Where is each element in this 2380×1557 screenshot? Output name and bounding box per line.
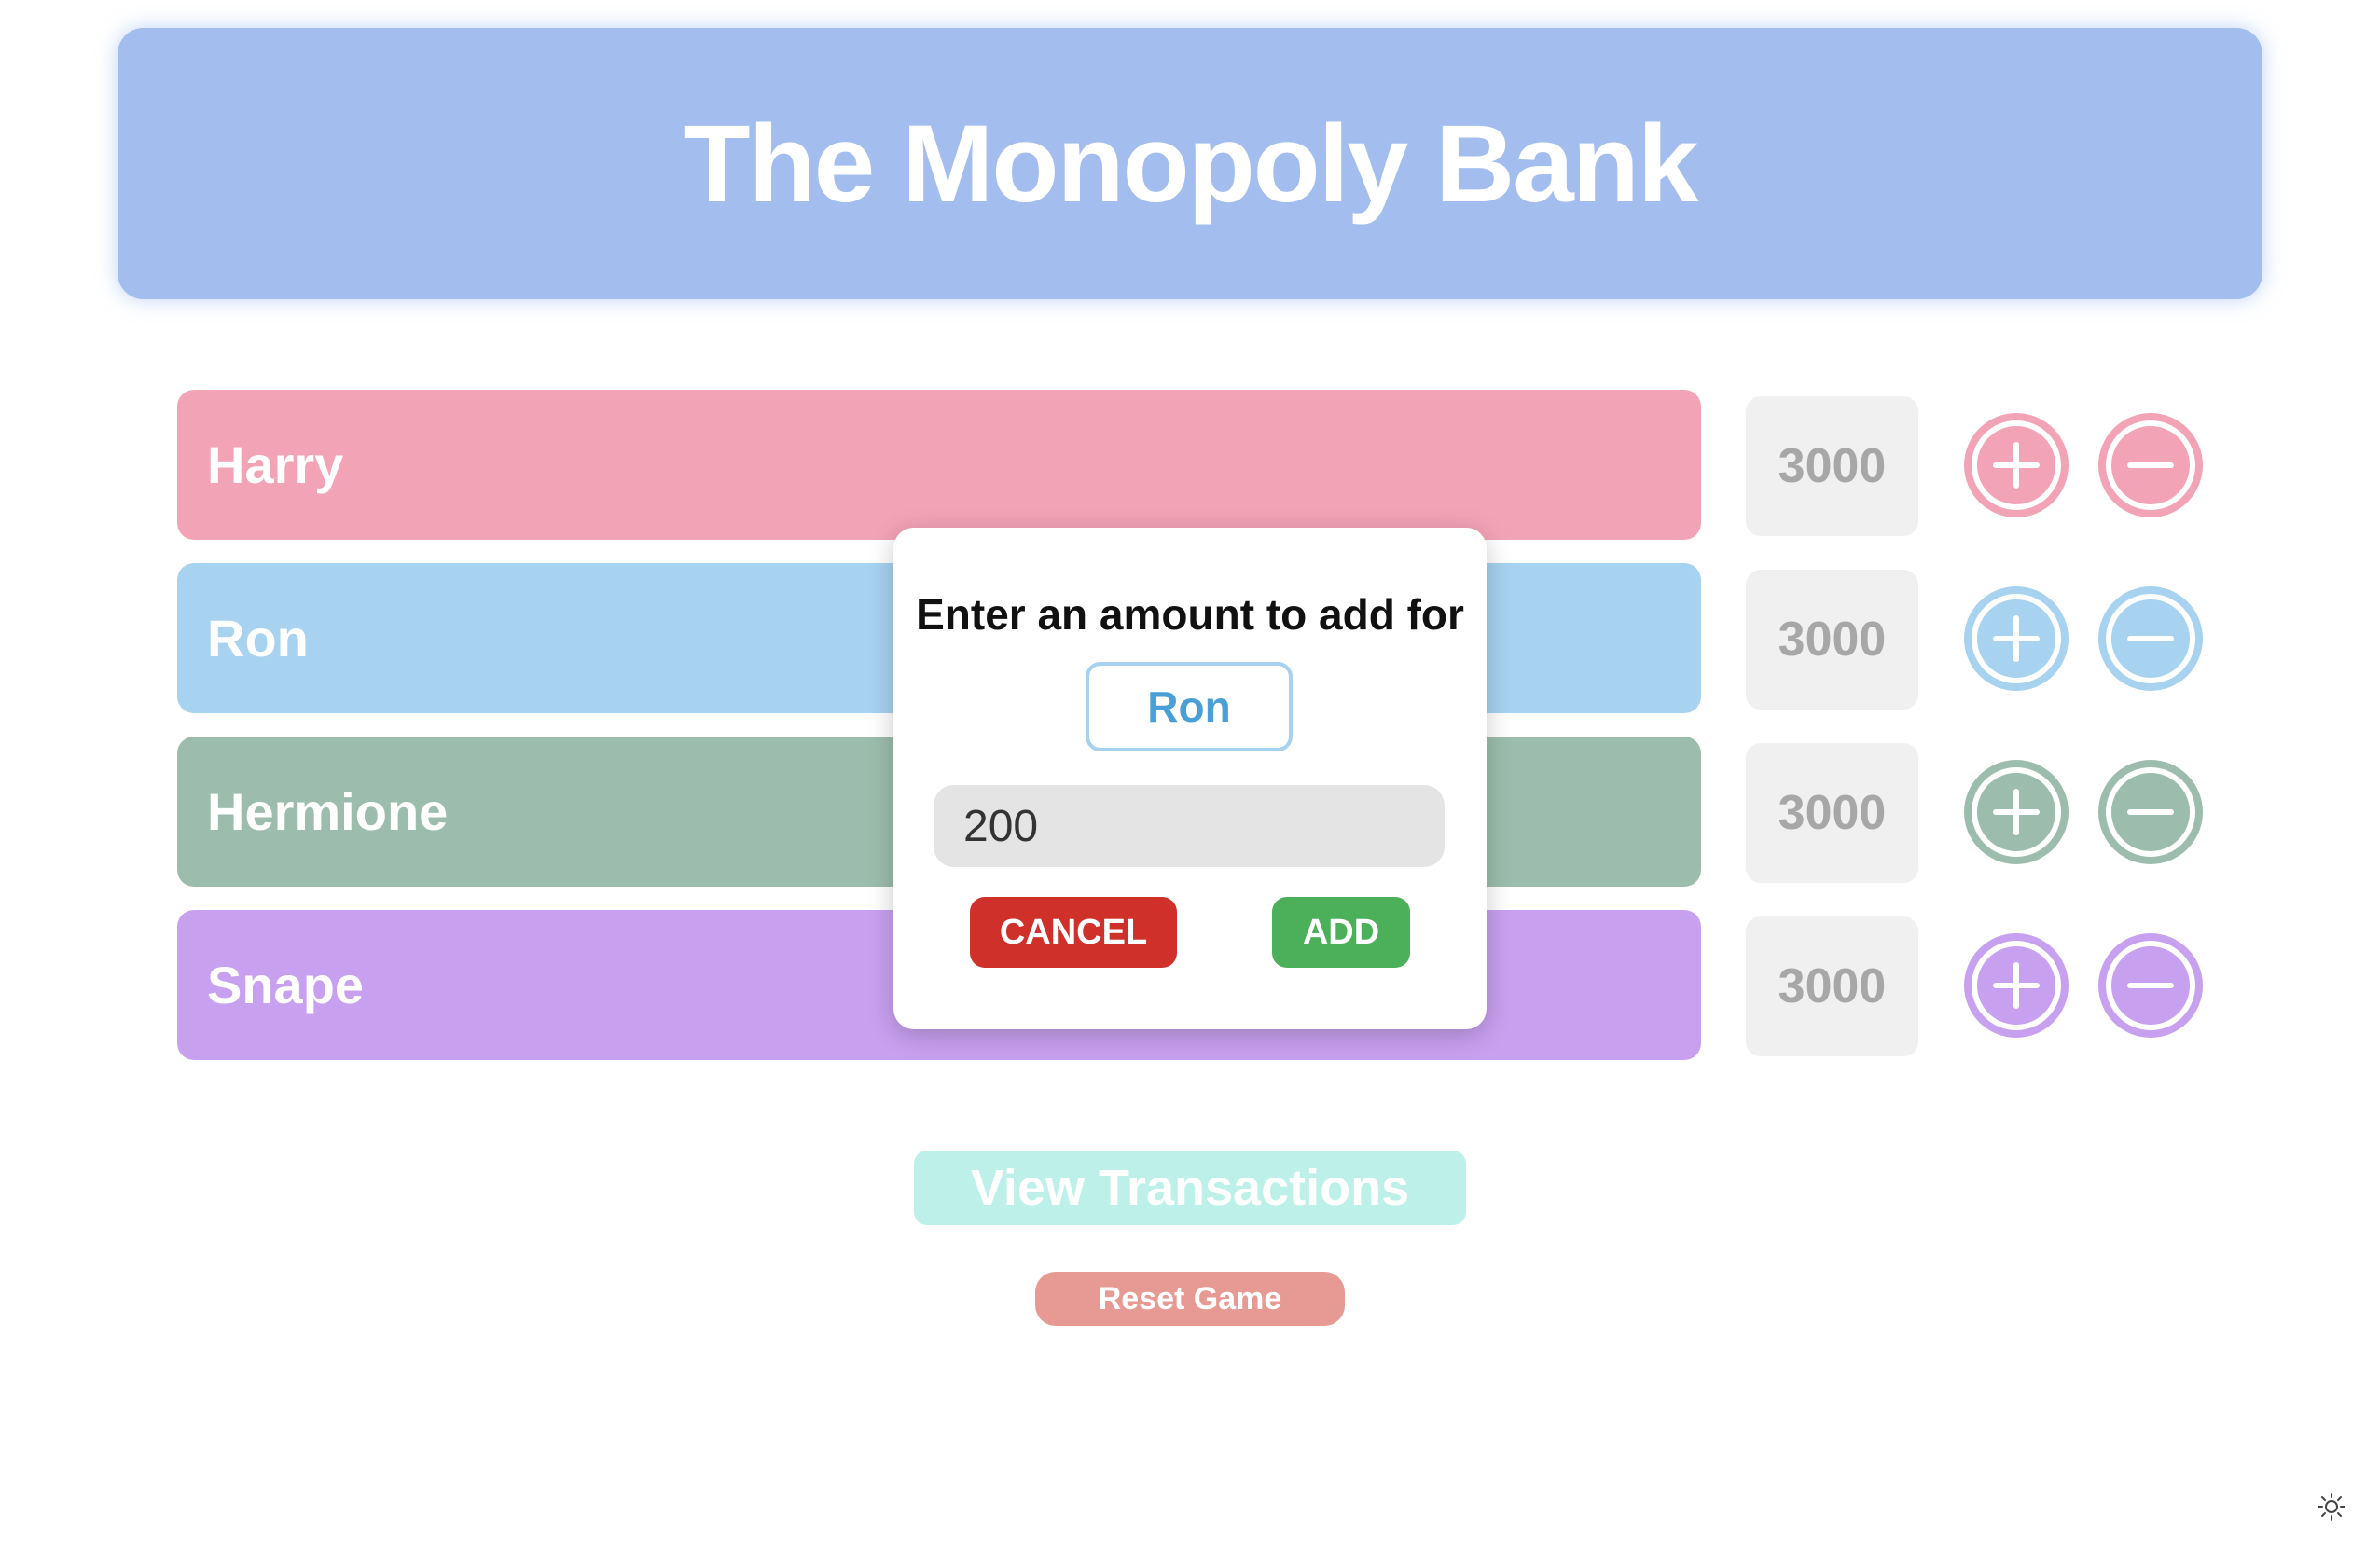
plus-circle-icon bbox=[1964, 413, 2069, 517]
subtract-money-button[interactable] bbox=[2098, 586, 2203, 691]
amount-input[interactable] bbox=[934, 785, 1445, 867]
modal-title: Enter an amount to add for bbox=[916, 590, 1464, 639]
plus-circle-icon bbox=[1964, 760, 2069, 864]
add-money-button[interactable] bbox=[1964, 933, 2069, 1038]
minus-circle-icon bbox=[2098, 586, 2203, 691]
minus-circle-icon bbox=[2098, 413, 2203, 517]
add-button[interactable]: ADD bbox=[1272, 897, 1410, 968]
player-name-bar[interactable]: Harry bbox=[177, 390, 1701, 540]
plus-circle-icon bbox=[1964, 933, 2069, 1038]
subtract-money-button[interactable] bbox=[2098, 760, 2203, 864]
player-balance: 3000 bbox=[1746, 570, 1918, 710]
view-transactions-button[interactable]: View Transactions bbox=[914, 1151, 1466, 1225]
player-balance: 3000 bbox=[1746, 743, 1918, 883]
modal-player-name: Ron bbox=[1086, 662, 1293, 751]
minus-circle-icon bbox=[2098, 760, 2203, 864]
theme-toggle-button[interactable] bbox=[2317, 1492, 2346, 1522]
player-row-harry: Harry 3000 bbox=[177, 390, 2210, 540]
add-money-button[interactable] bbox=[1964, 586, 2069, 691]
cancel-button[interactable]: CANCEL bbox=[970, 897, 1177, 968]
monopoly-bank-page: The Monopoly Bank Harry 3000 Ron 3000 He… bbox=[0, 0, 2380, 1557]
add-money-button[interactable] bbox=[1964, 413, 2069, 517]
plus-circle-icon bbox=[1964, 586, 2069, 691]
add-amount-modal: Enter an amount to add for Ron CANCEL AD… bbox=[893, 528, 1487, 1029]
player-balance: 3000 bbox=[1746, 916, 1918, 1056]
sun-icon bbox=[2318, 1493, 2345, 1521]
subtract-money-button[interactable] bbox=[2098, 933, 2203, 1038]
page-title: The Monopoly Bank bbox=[683, 102, 1699, 226]
reset-game-button[interactable]: Reset Game bbox=[1035, 1272, 1345, 1326]
player-balance: 3000 bbox=[1746, 396, 1918, 536]
minus-circle-icon bbox=[2098, 933, 2203, 1038]
subtract-money-button[interactable] bbox=[2098, 413, 2203, 517]
header-banner: The Monopoly Bank bbox=[118, 28, 2262, 299]
add-money-button[interactable] bbox=[1964, 760, 2069, 864]
